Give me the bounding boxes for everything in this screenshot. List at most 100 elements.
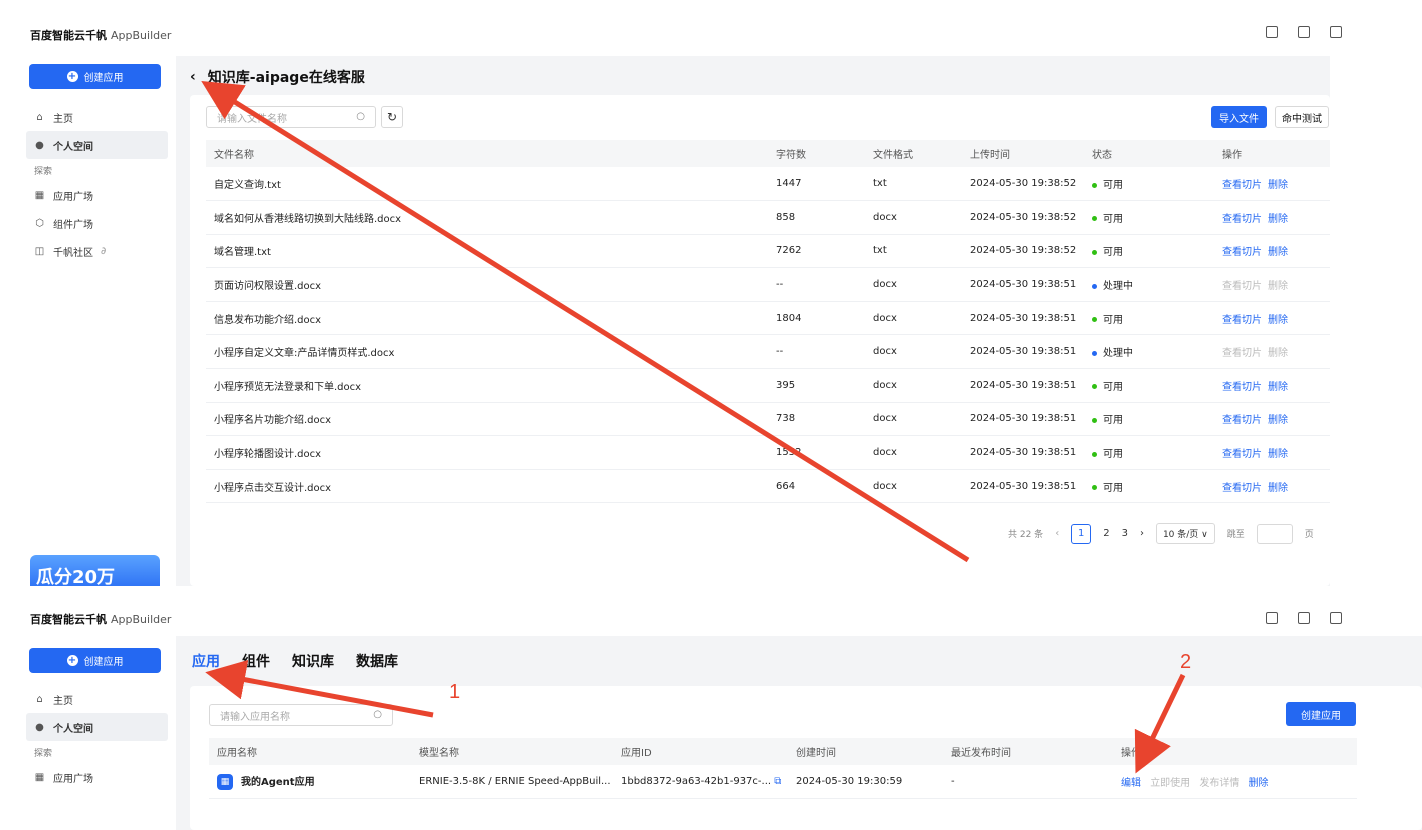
actions-cell: 查看切片 删除 bbox=[1214, 267, 1330, 302]
view-chunks-link[interactable]: 查看切片 bbox=[1222, 415, 1262, 426]
upload-time-cell: 2024-05-30 19:38:51 bbox=[962, 267, 1084, 302]
total-count: 共 22 条 bbox=[1008, 530, 1044, 540]
column-header: 字符数 bbox=[768, 140, 865, 167]
create-app-button[interactable]: + 创建应用 bbox=[29, 648, 161, 673]
delete-link[interactable]: 删除 bbox=[1268, 247, 1288, 258]
delete-link[interactable]: 删除 bbox=[1268, 483, 1288, 494]
sidebar-item-home[interactable]: ⌂ 主页 bbox=[20, 685, 168, 713]
table-row: 域名如何从香港线路切换到大陆线路.docx 858 docx 2024-05-30 1… bbox=[206, 200, 1330, 235]
delete-link[interactable]: 删除 bbox=[1268, 415, 1288, 426]
page-size-select[interactable]: 10 条/页 ∨ bbox=[1155, 523, 1215, 544]
personal-space-panel: 百度智能云千帆 AppBuilder + 创建应用 ⌂ 主页 ● 个人空间 探索 ▦ 应用… bbox=[0, 596, 1422, 830]
hit-test-button[interactable]: 命中测试 bbox=[1275, 106, 1329, 128]
view-chunks-link[interactable]: 查看切片 bbox=[1222, 348, 1262, 359]
brand-logo-2[interactable]: 百度智能云千帆 AppBuilder bbox=[30, 611, 171, 627]
table-header: 文件名称 字符数 文件格式 上传时间 状态 操作 bbox=[206, 140, 1330, 167]
view-chunks-link[interactable]: 查看切片 bbox=[1222, 214, 1262, 225]
status-badge: 可用 bbox=[1103, 381, 1123, 393]
tab-components[interactable]: 组件 bbox=[242, 651, 270, 671]
app-name-cell[interactable]: ▦ 我的Agent应用 bbox=[209, 765, 411, 800]
tab-database[interactable]: 数据库 bbox=[356, 651, 398, 671]
publish-detail-link[interactable]: 发布详情 bbox=[1199, 778, 1239, 789]
file-search-input[interactable]: 请输入文件名称 ○ bbox=[206, 106, 376, 128]
table-row: 小程序名片功能介绍.docx 738 docx 2024-05-30 19:38:51… bbox=[206, 402, 1330, 437]
file-format-cell: docx bbox=[865, 334, 962, 370]
status-dot-icon bbox=[1092, 317, 1097, 323]
status-dot-icon bbox=[1092, 216, 1097, 222]
brand-logo[interactable]: 百度智能云千帆 AppBuilder bbox=[30, 27, 171, 43]
sidebar-item-personal[interactable]: ● 个人空间 bbox=[26, 713, 168, 741]
file-name-cell: 域名如何从香港线路切换到大陆线路.docx bbox=[206, 200, 768, 235]
view-chunks-link[interactable]: 查看切片 bbox=[1222, 180, 1262, 191]
sidebar-item-home[interactable]: ⌂ 主页 bbox=[20, 103, 168, 131]
tab-knowledge-base[interactable]: 知识库 bbox=[292, 651, 334, 671]
qr-icon[interactable] bbox=[1266, 612, 1278, 624]
delete-link[interactable]: 删除 bbox=[1268, 315, 1288, 326]
app-id-cell: 1bbd8372-9a63-42b1-937c-... ⧉ bbox=[613, 765, 788, 800]
status-cell: 处理中 bbox=[1084, 267, 1214, 302]
tab-apps[interactable]: 应用 bbox=[192, 651, 220, 671]
jump-page-input[interactable] bbox=[1256, 523, 1293, 544]
page-1-button[interactable]: 1 bbox=[1071, 523, 1092, 544]
back-arrow-icon[interactable]: ‹ bbox=[190, 69, 196, 85]
status-badge: 可用 bbox=[1103, 213, 1123, 225]
create-app-button[interactable]: + 创建应用 bbox=[29, 64, 161, 89]
copy-icon[interactable]: ⧉ bbox=[774, 776, 781, 787]
book-icon[interactable] bbox=[1298, 26, 1310, 38]
qr-icon[interactable] bbox=[1266, 26, 1278, 38]
prev-page-button[interactable]: ‹ bbox=[1055, 528, 1059, 539]
char-count-cell: 1552 bbox=[768, 435, 865, 470]
upload-time-cell: 2024-05-30 19:38:51 bbox=[962, 469, 1084, 504]
edit-link[interactable]: 编辑 bbox=[1121, 778, 1141, 789]
column-header: 应用ID bbox=[613, 738, 788, 765]
sidebar-item-component-square[interactable]: ⬡ 组件广场 bbox=[20, 209, 168, 237]
create-app-button-main[interactable]: 创建应用 bbox=[1286, 702, 1356, 726]
table-row: 小程序自定义文章:产品详情页样式.docx -- docx 2024-05-30 19… bbox=[206, 334, 1330, 370]
delete-link[interactable]: 删除 bbox=[1268, 382, 1288, 393]
view-chunks-link[interactable]: 查看切片 bbox=[1222, 449, 1262, 460]
refresh-button[interactable]: ↻ bbox=[381, 106, 403, 128]
char-count-cell: 395 bbox=[768, 368, 865, 403]
sidebar-item-app-square[interactable]: ▦ 应用广场 bbox=[20, 763, 168, 791]
status-dot-icon bbox=[1092, 384, 1097, 390]
status-cell: 可用 bbox=[1084, 200, 1214, 235]
view-chunks-link[interactable]: 查看切片 bbox=[1222, 382, 1262, 393]
feedback-icon[interactable] bbox=[1330, 612, 1342, 624]
sidebar-item-personal[interactable]: ● 个人空间 bbox=[26, 131, 168, 159]
next-page-button[interactable]: › bbox=[1140, 528, 1144, 539]
page-2-button[interactable]: 2 bbox=[1103, 528, 1109, 539]
import-file-button[interactable]: 导入文件 bbox=[1211, 106, 1267, 128]
delete-link[interactable]: 删除 bbox=[1268, 449, 1288, 460]
delete-link[interactable]: 删除 bbox=[1249, 778, 1269, 789]
use-now-link[interactable]: 立即使用 bbox=[1150, 778, 1190, 789]
user-icon: ● bbox=[35, 139, 44, 151]
actions-cell: 查看切片 删除 bbox=[1214, 301, 1330, 336]
view-chunks-link[interactable]: 查看切片 bbox=[1222, 483, 1262, 494]
page-3-button[interactable]: 3 bbox=[1122, 528, 1128, 539]
delete-link[interactable]: 删除 bbox=[1268, 214, 1288, 225]
status-cell: 可用 bbox=[1084, 435, 1214, 470]
file-name-cell: 小程序自定义文章:产品详情页样式.docx bbox=[206, 334, 768, 370]
promo-banner[interactable]: 瓜分20万 bbox=[30, 555, 160, 586]
home-icon: ⌂ bbox=[36, 111, 43, 123]
app-search-input[interactable]: 请输入应用名称 ○ bbox=[209, 704, 393, 726]
status-badge: 可用 bbox=[1103, 180, 1123, 192]
sidebar-item-community[interactable]: ◫ 千帆社区 ∂ bbox=[20, 237, 168, 265]
table-row: ▦ 我的Agent应用 ERNIE-3.5-8K / ERNIE Speed-Ap… bbox=[209, 765, 1357, 800]
file-name-cell: 小程序点击交互设计.docx bbox=[206, 469, 768, 504]
status-dot-icon bbox=[1092, 283, 1097, 289]
jump-label: 跳至 bbox=[1226, 530, 1245, 540]
delete-link[interactable]: 删除 bbox=[1268, 281, 1288, 292]
delete-link[interactable]: 删除 bbox=[1268, 348, 1288, 359]
book-icon[interactable] bbox=[1298, 612, 1310, 624]
user-icon: ● bbox=[35, 721, 44, 733]
view-chunks-link[interactable]: 查看切片 bbox=[1222, 281, 1262, 292]
feedback-icon[interactable] bbox=[1330, 26, 1342, 38]
actions-cell: 查看切片 删除 bbox=[1214, 234, 1330, 269]
upload-time-cell: 2024-05-30 19:38:52 bbox=[962, 167, 1084, 202]
view-chunks-link[interactable]: 查看切片 bbox=[1222, 315, 1262, 326]
column-header: 创建时间 bbox=[788, 738, 943, 765]
view-chunks-link[interactable]: 查看切片 bbox=[1222, 247, 1262, 258]
sidebar-item-app-square[interactable]: ▦ 应用广场 bbox=[20, 181, 168, 209]
delete-link[interactable]: 删除 bbox=[1268, 180, 1288, 191]
